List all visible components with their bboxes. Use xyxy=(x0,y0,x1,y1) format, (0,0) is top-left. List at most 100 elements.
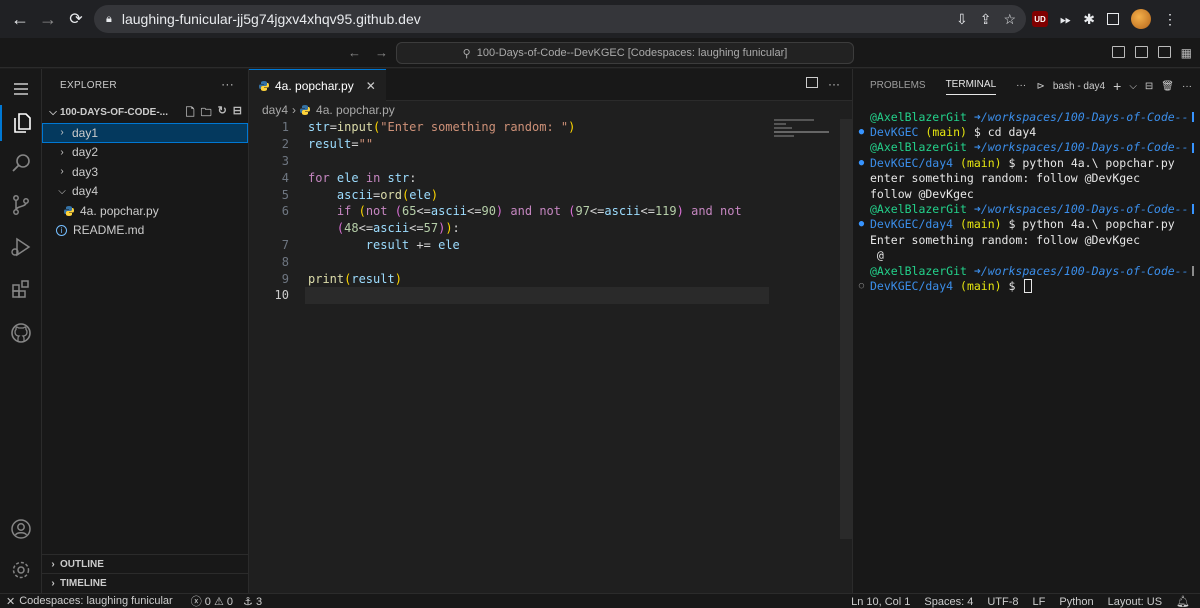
more-actions-icon[interactable]: ··· xyxy=(1182,81,1192,92)
keyboard-layout[interactable]: Layout: US xyxy=(1108,596,1162,608)
breadcrumb: day4 › 4a. popchar.py xyxy=(249,101,852,119)
extension-forward-icon[interactable]: ⏩︎ xyxy=(1060,11,1071,28)
ublock-extension-icon[interactable]: UD xyxy=(1032,11,1048,27)
notifications-bell-icon[interactable]: 🔔︎ xyxy=(1176,595,1190,608)
command-center[interactable]: ⚲ 100-Days-of-Code--DevKGEC [Codespaces:… xyxy=(396,42,854,64)
command-success-icon[interactable]: ● xyxy=(853,127,870,137)
extensions-puzzle-icon[interactable]: ✱ xyxy=(1083,11,1095,28)
side-panel-icon[interactable] xyxy=(1106,13,1119,25)
ports-status[interactable]: ⚓︎ 3 xyxy=(243,595,262,608)
customize-layout-icon[interactable]: ▦ xyxy=(1181,46,1192,60)
minimap[interactable] xyxy=(774,119,834,149)
breadcrumb-file[interactable]: 4a. popchar.py xyxy=(316,103,395,117)
remote-indicator[interactable]: ✕ Codespaces: laughing funicular xyxy=(0,593,179,608)
github-icon[interactable] xyxy=(0,315,42,351)
tab-terminal[interactable]: TERMINAL xyxy=(945,79,997,95)
status-bar: ✕ Codespaces: laughing funicular ⓧ 0 ⚠︎ … xyxy=(0,593,1200,608)
toggle-sidebar-icon[interactable] xyxy=(1111,46,1125,58)
command-pending-icon[interactable]: ○ xyxy=(853,281,870,291)
command-center-label: 100-Days-of-Code--DevKGEC [Codespaces: l… xyxy=(476,47,788,59)
new-folder-icon[interactable]: 🗀︎ xyxy=(201,104,212,123)
code-editor[interactable]: 1 str=input("Enter something random: ") … xyxy=(249,119,849,304)
nav-back-icon[interactable]: ← xyxy=(348,45,361,60)
tree-item-label: day3 xyxy=(72,164,99,179)
editor-scrollbar[interactable] xyxy=(840,119,852,539)
split-terminal-icon[interactable]: ⊟ xyxy=(1145,81,1153,92)
trash-icon[interactable]: 🗑︎ xyxy=(1161,81,1174,92)
terminal-line: @AxelBlazerGit ➜ /workspaces/100-Days-of… xyxy=(853,201,1200,216)
code-line: 5 ascii=ord(ele) xyxy=(249,186,849,203)
remote-icon: ✕ xyxy=(6,595,16,608)
more-actions-icon[interactable]: ··· xyxy=(1016,80,1026,91)
extensions-icon[interactable] xyxy=(0,271,42,307)
tree-folder-day3[interactable]: › day3 xyxy=(42,162,248,182)
tab-label: 4a. popchar.py xyxy=(275,78,354,93)
code-line: (48<=ascii<=57)): xyxy=(249,220,849,237)
problems-status[interactable]: ⓧ 0 ⚠︎ 0 xyxy=(191,593,233,608)
workspace-folder-header[interactable]: ⌵ 100-DAYS-OF-CODE-... 🗋︎ 🗀︎ ↻ ⊟ xyxy=(42,101,248,123)
tree-folder-day2[interactable]: › day2 xyxy=(42,143,248,163)
ports-icon: ⚓︎ xyxy=(243,595,253,608)
run-debug-icon[interactable] xyxy=(0,229,42,265)
forward-icon[interactable]: → xyxy=(34,5,62,33)
source-control-icon[interactable] xyxy=(0,187,42,223)
terminal-line: ○ DevKGEC/day4 (main) $ xyxy=(853,278,1200,293)
more-actions-icon[interactable]: ··· xyxy=(221,77,234,91)
terminal-path: DevKGEC/day4 xyxy=(870,278,954,293)
toggle-secondary-sidebar-icon[interactable] xyxy=(1157,46,1171,58)
terminal-name[interactable]: bash - day4 xyxy=(1053,81,1105,92)
new-terminal-icon[interactable]: + xyxy=(1113,78,1121,94)
code-text: for ele in str: xyxy=(308,170,417,185)
back-icon[interactable]: ← xyxy=(6,5,34,33)
share-icon[interactable]: ⇪ xyxy=(980,11,992,28)
end-of-line[interactable]: LF xyxy=(1033,596,1046,608)
refresh-icon[interactable]: ↻ xyxy=(218,104,227,123)
tree-folder-day1[interactable]: › day1 xyxy=(42,123,248,143)
command-success-icon[interactable]: ● xyxy=(853,219,870,229)
terminal-icon: ⊳ xyxy=(1036,80,1045,92)
browser-toolbar: ← → ⟳ 🔒︎ laughing-funicular-jj5g74jgxv4x… xyxy=(0,0,1200,38)
address-bar[interactable]: 🔒︎ laughing-funicular-jj5g74jgxv4xhqv95.… xyxy=(94,5,1026,33)
code-line-current: 10 xyxy=(249,286,849,304)
menu-icon[interactable] xyxy=(0,71,42,107)
search-icon[interactable] xyxy=(0,145,42,181)
reload-icon[interactable]: ⟳ xyxy=(62,5,90,33)
account-icon[interactable] xyxy=(0,511,42,547)
close-icon[interactable]: ✕ xyxy=(366,79,376,93)
encoding[interactable]: UTF-8 xyxy=(987,596,1018,608)
more-actions-icon[interactable]: ··· xyxy=(828,77,840,91)
settings-gear-icon[interactable] xyxy=(0,552,42,588)
collapse-all-icon[interactable]: ⊟ xyxy=(233,104,242,123)
tree-folder-day4[interactable]: ⌵ day4 xyxy=(42,182,248,202)
chevron-right-icon: › xyxy=(51,577,55,589)
chevron-right-icon: › xyxy=(292,103,297,117)
bookmark-star-icon[interactable]: ☆ xyxy=(1003,11,1016,28)
tab-problems[interactable]: PROBLEMS xyxy=(870,80,926,91)
nav-forward-icon[interactable]: → xyxy=(375,45,388,60)
terminal-output-text: @ xyxy=(870,248,884,263)
breadcrumb-folder[interactable]: day4 xyxy=(262,103,288,117)
outline-section[interactable]: › OUTLINE xyxy=(42,554,248,573)
command-success-icon[interactable]: ● xyxy=(853,158,870,168)
terminal-output[interactable]: @AxelBlazerGit ➜ /workspaces/100-Days-of… xyxy=(853,109,1200,294)
editor-tab-popchar[interactable]: 4a. popchar.py ✕ xyxy=(249,69,386,101)
split-editor-icon[interactable] xyxy=(806,77,818,88)
indentation[interactable]: Spaces: 4 xyxy=(924,596,973,608)
terminal-branch: (main) xyxy=(925,125,967,140)
chevron-down-icon[interactable]: ⌵ xyxy=(1129,81,1137,92)
timeline-section[interactable]: › TIMELINE xyxy=(42,573,248,592)
toggle-panel-icon[interactable] xyxy=(1134,46,1148,58)
tree-file-popchar[interactable]: 4a. popchar.py xyxy=(42,201,248,221)
install-app-icon[interactable]: ⇩ xyxy=(956,11,968,28)
tree-file-readme[interactable]: i README.md xyxy=(42,221,248,241)
browser-menu-icon[interactable]: ⋮ xyxy=(1163,11,1177,28)
profile-avatar[interactable] xyxy=(1130,9,1151,29)
explorer-icon[interactable] xyxy=(0,105,42,141)
new-file-icon[interactable]: 🗋︎ xyxy=(186,104,195,123)
cursor-position[interactable]: Ln 10, Col 1 xyxy=(851,596,910,608)
terminal-path: /workspaces/100-Days-of-Code-- xyxy=(980,109,1189,124)
language-mode[interactable]: Python xyxy=(1059,596,1093,608)
terminal-line: ● DevKGEC/day4 (main) $ python 4a.\ popc… xyxy=(853,217,1200,232)
tree-item-label: day4 xyxy=(72,184,99,199)
terminal-line: @AxelBlazerGit ➜ /workspaces/100-Days-of… xyxy=(853,140,1200,155)
